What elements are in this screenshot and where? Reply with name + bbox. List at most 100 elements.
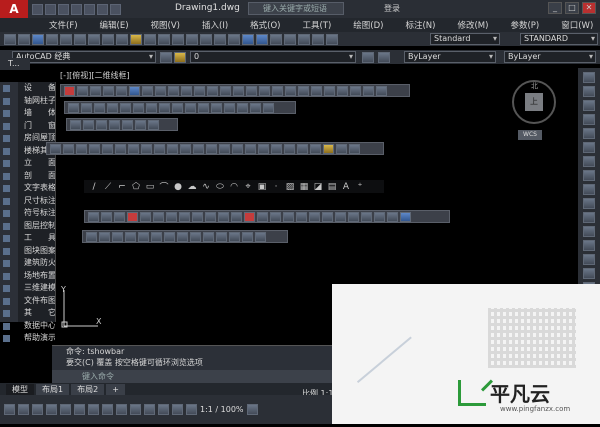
layer-manager-icon[interactable] [160,52,172,63]
tool-icon[interactable] [374,211,385,222]
menu-format[interactable]: 格式(O) [239,19,291,31]
palette-item-dimension[interactable]: 尺寸标注 [0,195,55,208]
viewcube[interactable]: 北 上 [512,80,556,124]
palette-item-file-layout[interactable]: 文件布图 [0,295,55,308]
dynamic-ucs-icon[interactable] [158,404,169,415]
osnap-icon[interactable] [74,404,85,415]
otrack-icon[interactable] [88,404,99,415]
tool-palette-icon[interactable] [270,33,282,45]
tool-icon[interactable] [363,85,374,96]
tool-icon[interactable] [207,85,218,96]
tab-layout1[interactable]: 布局1 [36,384,70,395]
tool-icon[interactable] [271,143,282,154]
tool-icon[interactable] [190,231,201,242]
workspace-switch-icon[interactable] [246,404,258,415]
tool-icon[interactable] [242,231,253,242]
tool-icon[interactable] [272,85,283,96]
autocad-logo-button[interactable]: A [0,0,28,18]
model-space-icon[interactable] [4,404,15,415]
mirror-icon[interactable] [583,100,595,111]
tool-icon[interactable] [70,119,81,130]
hatch-icon[interactable]: ▨ [285,182,295,192]
tool-icon[interactable] [245,143,256,154]
tool-icon[interactable] [141,143,152,154]
chamfer-icon[interactable] [583,254,595,265]
tool-icon[interactable] [284,143,295,154]
rectangle-icon[interactable]: ▭ [145,182,155,192]
tool-icon[interactable] [148,119,159,130]
tool-icon[interactable] [224,102,235,113]
tool-icon[interactable] [135,119,146,130]
tool-icon[interactable] [99,231,110,242]
tool-icon[interactable] [76,143,87,154]
tool-icon[interactable] [322,211,333,222]
tool-icon[interactable] [218,211,229,222]
tool-icon[interactable] [155,85,166,96]
wcs-menu[interactable]: WCS [518,130,542,140]
dim-style-select[interactable]: STANDARD [520,33,598,45]
3d-osnap-icon[interactable] [144,404,155,415]
tool-icon[interactable] [231,211,242,222]
circle-icon[interactable]: ● [173,182,183,192]
arc-icon[interactable]: ⌒ [159,180,169,193]
menu-modify[interactable]: 修改(M) [446,19,499,31]
tool-icon[interactable] [285,85,296,96]
tool-icon[interactable] [259,85,270,96]
tool-icon[interactable] [237,102,248,113]
palette-item-elevation[interactable]: 立 面 [0,157,55,170]
tool-icon[interactable] [115,143,126,154]
workspace-select[interactable]: AutoCAD 经典 [12,51,156,63]
insert-block-icon[interactable]: ⌖ [243,182,253,192]
spline-icon[interactable]: ∿ [201,182,211,192]
mtext-icon[interactable]: A [341,182,351,192]
tool-icon[interactable] [83,119,94,130]
scale-icon[interactable] [583,170,595,181]
redo-toolbar-icon[interactable] [172,33,184,45]
erase-icon[interactable] [583,72,595,83]
print-icon[interactable] [84,3,95,15]
auto-scale-icon[interactable] [186,404,197,415]
tool-icon[interactable] [164,231,175,242]
tool-icon[interactable] [349,143,360,154]
tool-icon[interactable] [172,102,183,113]
copy-object-icon[interactable] [583,86,595,97]
tool-icon[interactable] [90,85,101,96]
tool-icon[interactable] [86,231,97,242]
palette-item-site-layout[interactable]: 场地布置 [0,270,55,283]
tool-icon[interactable] [194,85,205,96]
palette-item-data-center[interactable]: 数据中心 [0,320,55,333]
transparency-icon[interactable] [116,404,127,415]
tool-icon[interactable] [376,85,387,96]
undo-toolbar-icon[interactable] [158,33,170,45]
menu-parametric[interactable]: 参数(P) [499,19,550,31]
annotation-visibility-icon[interactable] [172,404,183,415]
join-icon[interactable] [583,240,595,251]
tool-icon[interactable] [350,85,361,96]
sheet-set-icon[interactable] [284,33,296,45]
tool-icon[interactable] [255,231,266,242]
trim-icon[interactable] [583,198,595,209]
palette-item-help[interactable]: 帮助演示 [0,332,55,345]
menu-window[interactable]: 窗口(W) [550,19,600,31]
tool-icon[interactable] [296,211,307,222]
ortho-icon[interactable] [46,404,57,415]
tool-icon[interactable] [68,102,79,113]
zoom-window-icon[interactable] [214,33,226,45]
menu-file[interactable]: 文件(F) [38,19,89,31]
palette-item-tools[interactable]: 工 具 [0,232,55,245]
tool-icon[interactable] [203,231,214,242]
paste-icon[interactable] [116,33,128,45]
tool-icon[interactable] [335,211,346,222]
maximize-button[interactable]: □ [565,2,579,14]
pan-icon[interactable] [186,33,198,45]
tool-icon[interactable] [103,85,114,96]
zoom-realtime-icon[interactable] [200,33,212,45]
cut-icon[interactable] [88,33,100,45]
rotate-icon[interactable] [583,156,595,167]
tool-icon[interactable] [129,85,140,96]
tool-icon[interactable] [216,231,227,242]
tool-icon[interactable] [120,102,131,113]
tool-icon[interactable] [229,231,240,242]
tool-icon[interactable] [133,102,144,113]
offset-icon[interactable] [583,114,595,125]
